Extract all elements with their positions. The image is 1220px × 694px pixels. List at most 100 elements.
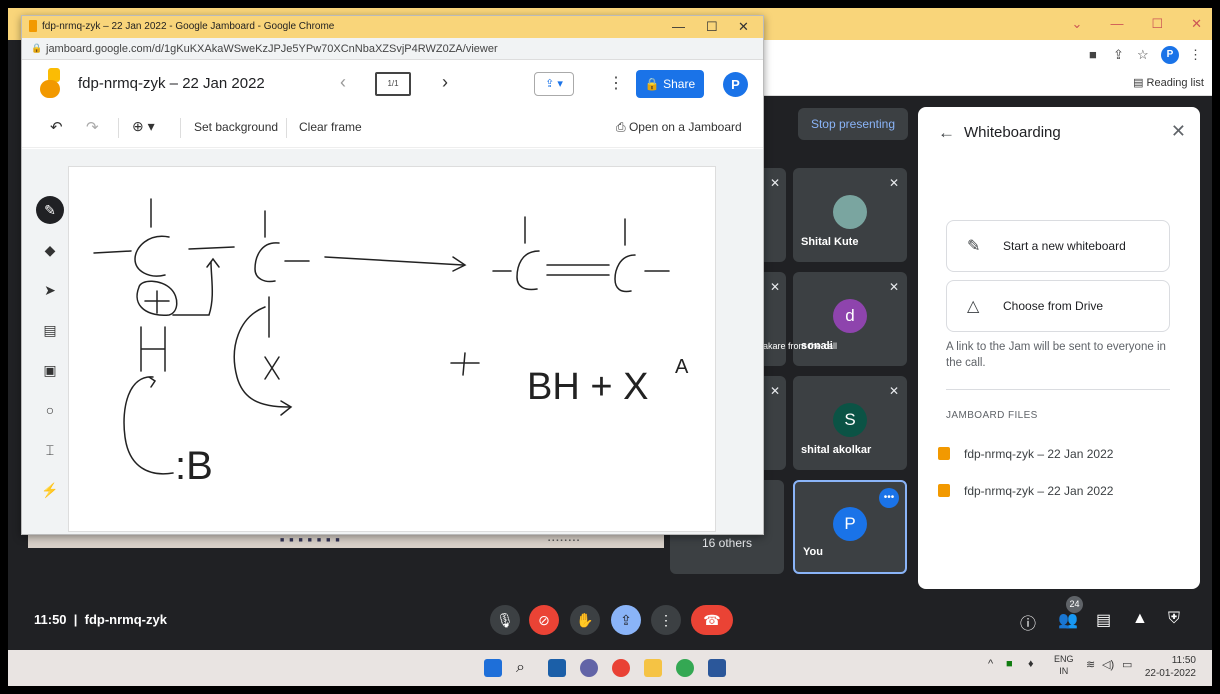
whiteboard-canvas[interactable]: :B BH + X A (68, 166, 716, 532)
share-page-icon[interactable]: ⇪ (1113, 47, 1124, 63)
more-vert-icon[interactable]: ⋮ (608, 73, 624, 93)
file-explorer-icon[interactable] (644, 659, 662, 677)
chrome-icon[interactable] (612, 659, 630, 677)
circle-icon[interactable]: ○ (36, 396, 64, 424)
chrome-profile-icon[interactable] (676, 659, 694, 677)
chevron-right-icon[interactable]: › (442, 72, 448, 93)
removed-message: akare from the call (763, 341, 838, 351)
laser-icon[interactable]: ⚡ (36, 476, 64, 504)
present-button[interactable]: ⇪ (611, 605, 641, 635)
teams-icon[interactable] (580, 659, 598, 677)
camera-icon[interactable]: ■ (1089, 47, 1097, 62)
people-icon[interactable]: 👥 (1058, 610, 1078, 630)
battery-icon[interactable]: ▭ (1122, 658, 1132, 671)
select-icon[interactable]: ➤ (36, 276, 64, 304)
share-button[interactable]: 🔒 Share (636, 70, 704, 98)
chat-icon[interactable]: ▤ (1096, 610, 1111, 630)
word-icon[interactable] (708, 659, 726, 677)
tool-sidebar: ✎ ◆ ➤ ▤ ▣ ○ ⌶ ⚡ (34, 188, 66, 518)
address-bar[interactable]: 🔒 jamboard.google.com/d/1gKuKXAkaWSweKzJ… (22, 38, 763, 60)
stroke (140, 326, 166, 372)
present-icon[interactable]: ⇪ ▾ (534, 72, 574, 96)
stroke (516, 250, 540, 291)
maximize-icon[interactable]: ☐ (706, 19, 718, 35)
stroke (546, 264, 610, 276)
participant-name: Shital Kute (801, 236, 859, 248)
redo-icon[interactable]: ↷ (86, 118, 99, 136)
mic-button[interactable]: 🎙 (490, 605, 520, 635)
open-on-jamboard-label: Open on a Jamboard (628, 120, 742, 134)
stroke (188, 246, 235, 250)
url-text: jamboard.google.com/d/1gKuKXAkaWSweKzJPJ… (46, 43, 498, 55)
info-icon[interactable]: ⓘ (1020, 610, 1036, 634)
clock-time: 11:50 (1171, 655, 1196, 666)
participant-tile-sonali[interactable]: ✕ d sonali (793, 272, 907, 366)
open-on-jamboard-button[interactable]: ⎙ Open on a Jamboard (616, 120, 742, 135)
start-new-label: Start a new whiteboard (1003, 239, 1126, 253)
maximize-icon[interactable]: ☐ (1151, 16, 1163, 32)
stroke (148, 376, 157, 388)
choose-from-drive-button[interactable]: △ Choose from Drive (946, 280, 1170, 332)
more-options-icon[interactable]: ••• (879, 488, 899, 508)
end-call-button[interactable]: ☎ (691, 605, 733, 635)
minimize-icon[interactable]: — (672, 19, 685, 34)
set-background-button[interactable]: Set background (194, 120, 278, 134)
frame-indicator[interactable]: 1/1 (375, 72, 411, 96)
participant-tile-shital-kute[interactable]: ✕ Shital Kute (793, 168, 907, 262)
wifi-icon[interactable]: ≋ (1086, 658, 1095, 671)
whiteboard-note: A link to the Jam will be sent to everyo… (946, 341, 1166, 369)
eraser-icon[interactable]: ◆ (36, 236, 64, 264)
windows-start-icon[interactable] (484, 659, 502, 677)
jamboard-titlebar: fdp-nrmq-zyk – 22 Jan 2022 - Google Jamb… (22, 16, 763, 38)
system-clock[interactable]: 11:50 22-01-2022 (1145, 654, 1196, 680)
reading-list-button[interactable]: ▤ Reading list (1133, 76, 1204, 89)
stroke (450, 352, 480, 376)
profile-avatar[interactable]: P (1161, 45, 1179, 64)
file-name: fdp-nrmq-zyk – 22 Jan 2022 (964, 484, 1114, 498)
undo-icon[interactable]: ↶ (50, 118, 63, 136)
search-icon[interactable]: ⌕ (516, 659, 534, 677)
activities-icon[interactable]: ▲ (1132, 610, 1148, 628)
participant-tile-you[interactable]: ••• P You (793, 480, 907, 574)
tray-chevron-icon[interactable]: ^ (988, 658, 993, 670)
share-label: Share (663, 77, 696, 91)
tray-mic-icon[interactable]: ♦ (1028, 658, 1034, 670)
jamboard-file[interactable]: fdp-nrmq-zyk – 22 Jan 2022 (938, 484, 1114, 498)
participant-tile-shital-akolkar[interactable]: ✕ S shital akolkar (793, 376, 907, 470)
close-icon[interactable]: ✕ (738, 19, 749, 35)
screen: ⌄ — ☐ ✕ ■ ⇪ ☆ P ⋮ ▤ Reading list Stop pr… (8, 8, 1212, 686)
stroke (264, 356, 280, 380)
sticky-note-icon[interactable]: ▤ (36, 316, 64, 344)
language-indicator[interactable]: ENG IN (1054, 653, 1074, 677)
participant-name: You (803, 546, 823, 558)
volume-icon[interactable]: ◁) (1102, 658, 1114, 671)
more-options-button[interactable]: ⋮ (651, 605, 681, 635)
text-box-icon[interactable]: ⌶ (36, 436, 64, 464)
chevron-down-icon[interactable]: ⌄ (1072, 16, 1083, 32)
menu-dots-icon[interactable]: ⋮ (1189, 47, 1202, 63)
raise-hand-button[interactable]: ✋ (570, 605, 600, 635)
mic-off-icon: ✕ (769, 176, 780, 190)
task-view-icon[interactable] (548, 659, 566, 677)
minimize-icon[interactable]: — (1110, 16, 1123, 32)
star-icon[interactable]: ☆ (1137, 47, 1149, 63)
tray-app-icon[interactable]: ■ (1006, 658, 1013, 670)
start-new-whiteboard-button[interactable]: ✎ Start a new whiteboard (946, 220, 1170, 272)
chevron-left-icon[interactable]: ‹ (340, 72, 346, 93)
user-avatar[interactable]: P (723, 72, 748, 97)
close-icon[interactable]: ✕ (1171, 121, 1186, 142)
jamboard-file[interactable]: fdp-nrmq-zyk – 22 Jan 2022 (938, 447, 1113, 461)
stroke (123, 376, 174, 475)
image-icon[interactable]: ▣ (36, 356, 64, 384)
shared-screen-preview: ■■■■■■■ ▪▪▪▪▪▪▪▪ (28, 535, 664, 548)
camera-off-button[interactable]: ⊘ (529, 605, 559, 635)
zoom-icon[interactable]: ⊕ ▾ (132, 118, 155, 135)
drive-icon: △ (967, 298, 980, 315)
pen-icon[interactable]: ✎ (36, 196, 64, 224)
back-arrow-icon[interactable]: ← (938, 123, 955, 143)
stop-presenting-button[interactable]: Stop presenting (798, 108, 908, 140)
close-icon[interactable]: ✕ (1191, 16, 1202, 32)
sketch-text-right: BH + X (527, 366, 648, 408)
host-controls-icon[interactable]: ⛨ (1168, 610, 1180, 628)
clear-frame-button[interactable]: Clear frame (299, 120, 362, 134)
